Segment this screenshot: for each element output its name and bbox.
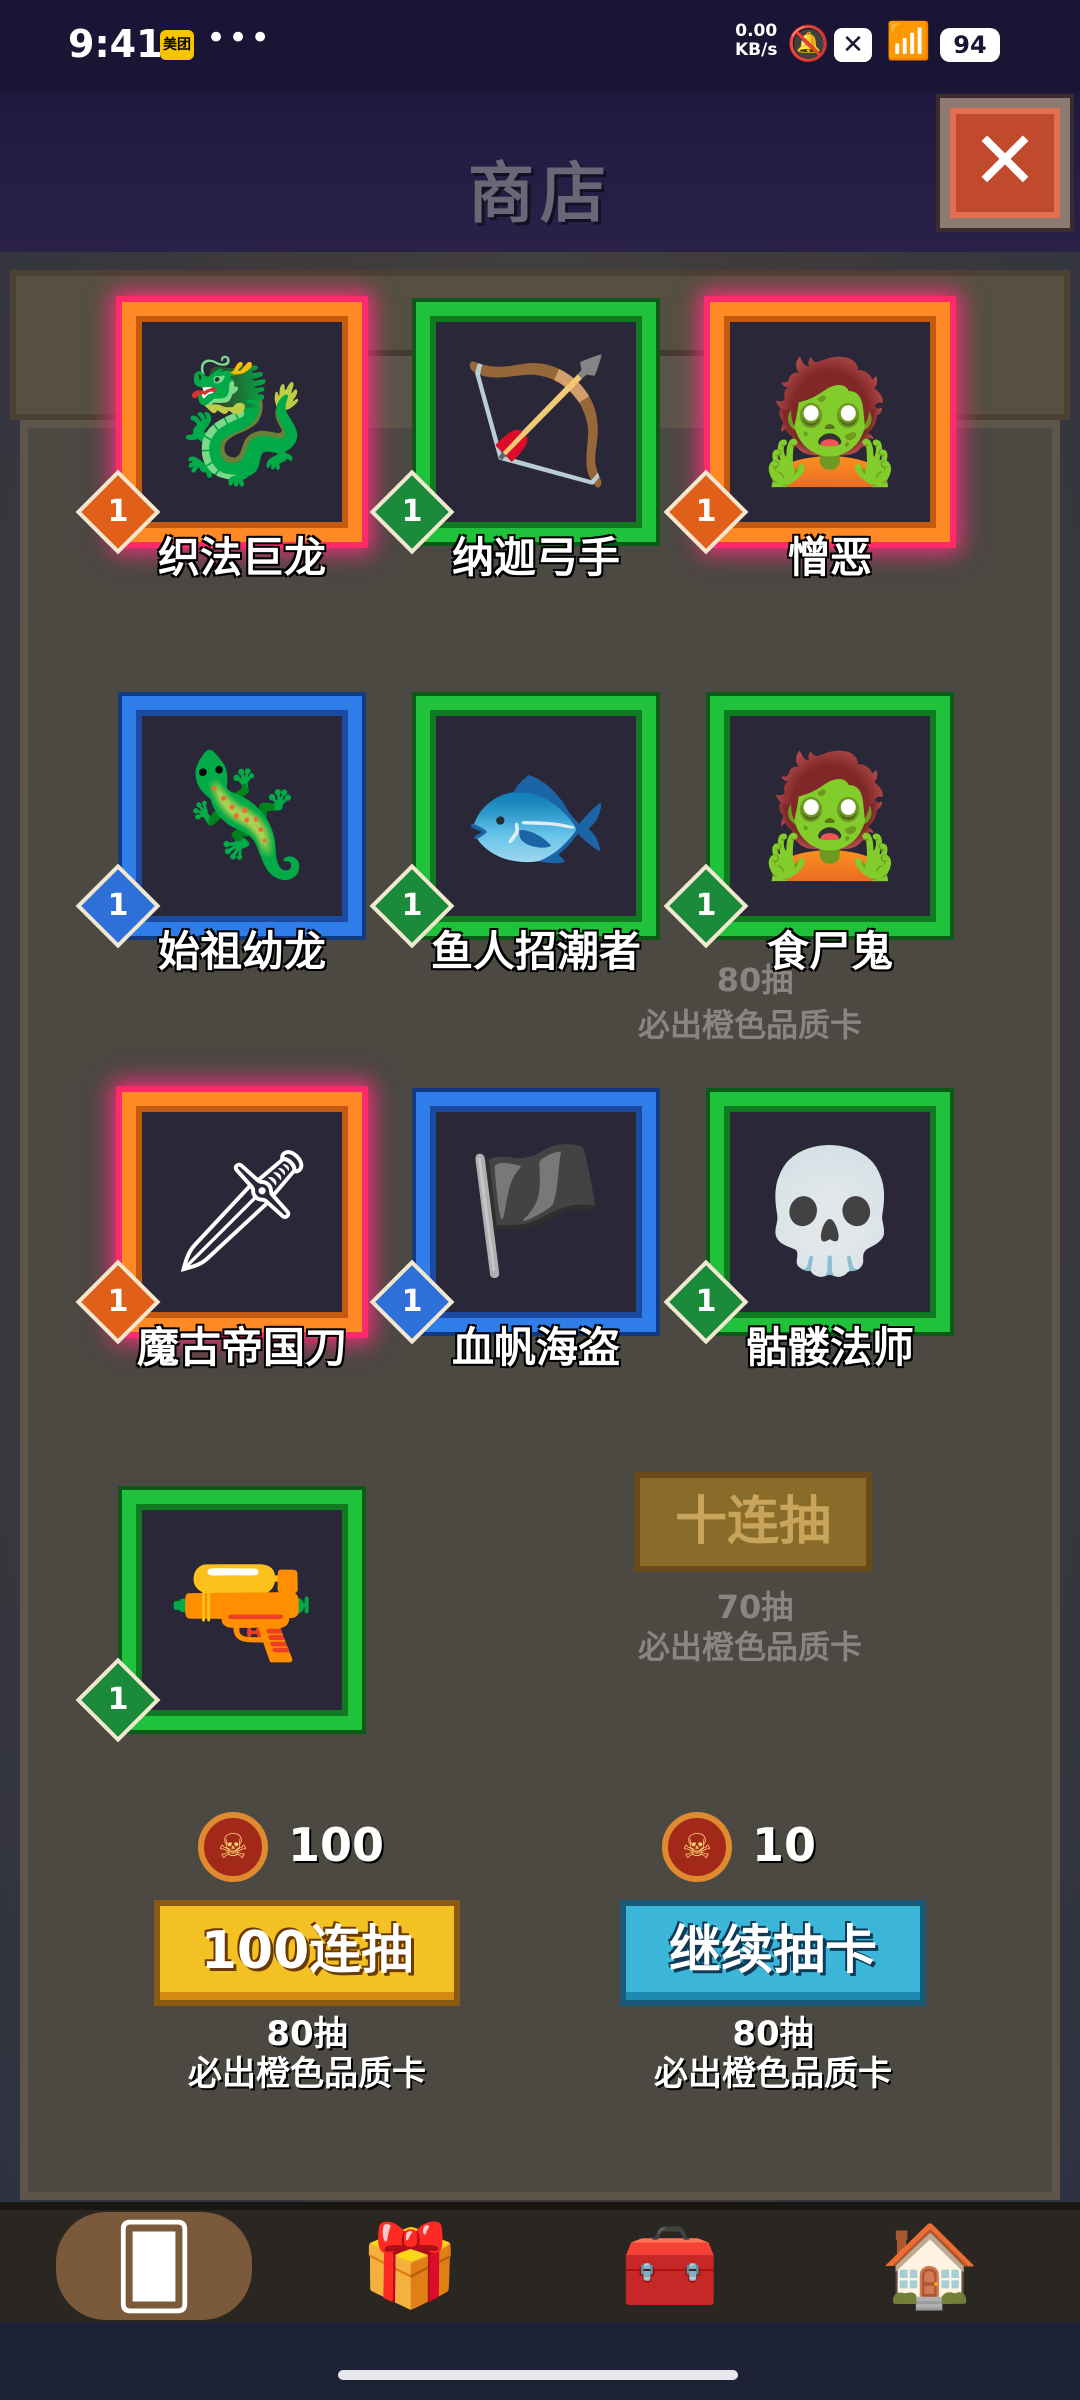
abomination-icon: 🧟 bbox=[755, 352, 905, 491]
card-dwarf-rifleman[interactable]: 🔫 1 bbox=[75, 1490, 392, 1750]
guarantee-80-text: 必出橙色品质卡 bbox=[637, 1006, 862, 1044]
ghoul-icon: 🧟 bbox=[755, 746, 905, 885]
ten-pull-button[interactable]: 十连抽 bbox=[634, 1472, 872, 1572]
treasure-chest-icon[interactable]: 🧰 bbox=[590, 2212, 750, 2320]
wifi-icon: 📶 bbox=[886, 21, 931, 62]
blue-dragon-icon: 🐉 bbox=[167, 352, 317, 491]
card-whelp[interactable]: 🦎 1 始祖幼龙 bbox=[75, 696, 392, 976]
card-name: 骷髅法师 bbox=[745, 1323, 914, 1372]
card-pirate[interactable]: 🏴 1 血帆海盗 bbox=[369, 1092, 686, 1372]
murloc-icon: 🐟 bbox=[461, 746, 611, 885]
gift-icon[interactable]: 🎁 bbox=[330, 2212, 490, 2320]
bell-muted-icon: 🔕 bbox=[787, 24, 830, 64]
net-speed-value: 0.00 bbox=[735, 21, 778, 41]
page-title: 商店 bbox=[468, 155, 612, 232]
cost-10: 10 bbox=[752, 1818, 817, 1872]
continue-guarantee: 必出橙色品质卡 bbox=[654, 2054, 892, 2094]
card-naga-archer[interactable]: 🏹 1 纳迦弓手 bbox=[369, 302, 686, 582]
continue-reward: 80抽 bbox=[732, 2014, 814, 2054]
card-name: 食尸鬼 bbox=[766, 927, 893, 976]
naga-archer-icon: 🏹 bbox=[461, 352, 611, 491]
net-speed: 0.00 KB/s bbox=[735, 22, 777, 60]
whelp-icon: 🦎 bbox=[167, 746, 317, 885]
pull-100-reward: 80抽 bbox=[266, 2014, 348, 2054]
system-nav-bar bbox=[0, 2322, 1080, 2400]
card-mogu[interactable]: 🗡 1 魔古帝国刀 bbox=[75, 1092, 392, 1372]
status-time: 9:41 bbox=[68, 22, 163, 66]
card-murloc[interactable]: 🐟 1 鱼人招潮者 bbox=[369, 696, 686, 976]
card-deck-icon[interactable]: 🂠 bbox=[56, 2212, 252, 2320]
meituan-app-icon: 美团 bbox=[160, 30, 194, 60]
pull-100-button[interactable]: 100连抽 bbox=[154, 1900, 460, 2006]
dwarf-rifleman-icon: 🔫 bbox=[167, 1540, 317, 1679]
card-skeleton-mage[interactable]: 💀 1 骷髅法师 bbox=[663, 1092, 980, 1372]
card-name: 憎恶 bbox=[787, 533, 872, 582]
card-ghoul[interactable]: 🧟 1 食尸鬼 bbox=[663, 696, 980, 976]
close-icon: ✕ bbox=[971, 114, 1039, 207]
continue-pull-note: 80抽 必出橙色品质卡 bbox=[620, 2014, 926, 2094]
battery-icon: 94 bbox=[940, 28, 1000, 62]
pull-100-label: 100连抽 bbox=[200, 1921, 414, 1981]
pull-100-guarantee: 必出橙色品质卡 bbox=[188, 2054, 426, 2094]
net-speed-unit: KB/s bbox=[735, 40, 778, 60]
card-name: 始祖幼龙 bbox=[157, 927, 326, 976]
cost-100: 100 bbox=[288, 1818, 385, 1872]
card-abomination[interactable]: 🧟 1 憎恶 bbox=[663, 302, 980, 582]
card-name: 血帆海盗 bbox=[451, 1323, 620, 1372]
continue-pull-button[interactable]: 继续抽卡 bbox=[620, 1900, 926, 2006]
card-name: 织法巨龙 bbox=[157, 533, 326, 582]
card-name: 魔古帝国刀 bbox=[136, 1323, 347, 1372]
barracks-icon[interactable]: 🏠 bbox=[850, 2212, 1010, 2320]
demon-coin-icon: ☠ bbox=[198, 1812, 268, 1882]
card-name: 纳迦弓手 bbox=[451, 533, 620, 582]
card-name: 鱼人招潮者 bbox=[430, 927, 641, 976]
close-box-icon: ✕ bbox=[834, 28, 872, 62]
card-weaver-dragon[interactable]: 🐉 1 织法巨龙 bbox=[75, 302, 392, 582]
skeleton-mage-icon: 💀 bbox=[755, 1142, 905, 1281]
pull-100-note: 80抽 必出橙色品质卡 bbox=[154, 2014, 460, 2094]
more-notifications-icon: ••• bbox=[206, 18, 273, 58]
continue-pull-label: 继续抽卡 bbox=[668, 1921, 877, 1981]
pirate-icon: 🏴 bbox=[461, 1142, 611, 1281]
close-button[interactable]: ✕ bbox=[940, 98, 1070, 228]
home-indicator[interactable] bbox=[338, 2370, 738, 2380]
guarantee-70-text: 必出橙色品质卡 bbox=[637, 1628, 862, 1666]
mogu-warrior-icon: 🗡 bbox=[165, 1142, 319, 1281]
ten-pull-label: 十连抽 bbox=[674, 1492, 831, 1552]
demon-coin-icon: ☠ bbox=[662, 1812, 732, 1882]
